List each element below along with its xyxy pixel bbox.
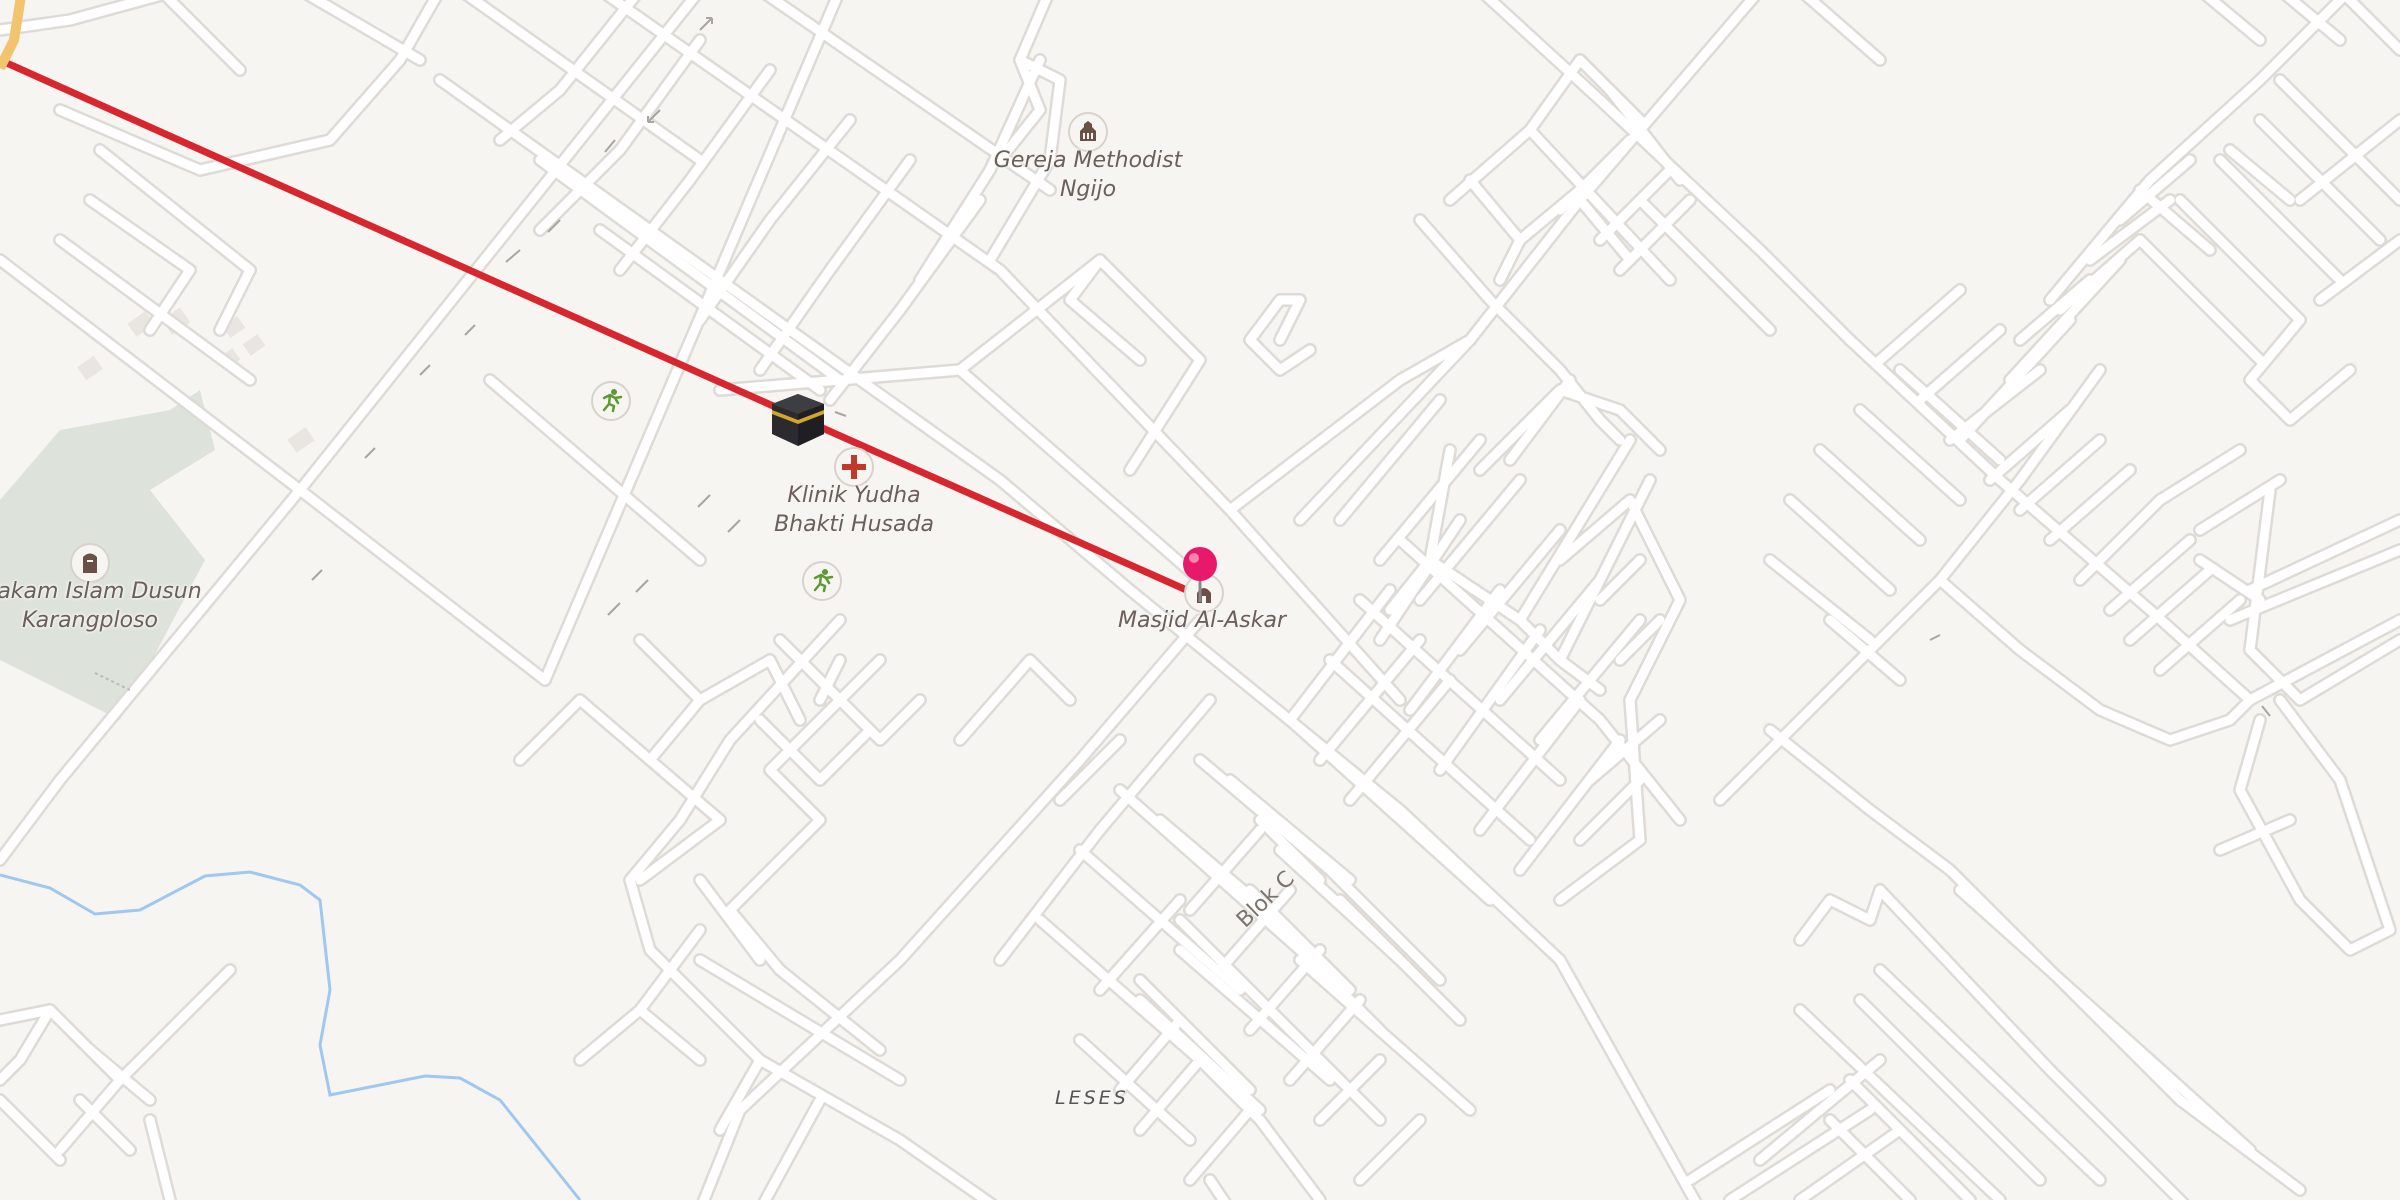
place-name: LESES: [1055, 1087, 1129, 1109]
mosque-name: Masjid Al-Askar: [1118, 608, 1286, 633]
map-view[interactable]: Gereja Methodist Ngijo Klinik Yudha Bhak…: [0, 0, 2400, 1200]
running-icon: [602, 389, 623, 413]
location-pin-icon[interactable]: [1181, 544, 1219, 604]
place-label-leses: LESES: [1055, 1087, 1129, 1109]
church-label: Gereja Methodist Ngijo: [968, 146, 1208, 204]
mosque-label: Masjid Al-Askar: [1082, 606, 1322, 635]
cemetery-icon: [83, 553, 97, 573]
sports-poi-2[interactable]: [802, 561, 842, 601]
clinic-name-line1: Klinik Yudha: [787, 483, 921, 508]
hospital-cross-icon: [842, 455, 866, 479]
church-name-line1: Gereja Methodist: [993, 148, 1183, 173]
clinic-name-line2: Bhakti Husada: [774, 512, 934, 537]
church-name-line2: Ngijo: [1059, 177, 1117, 202]
cemetery-name-line2: Karangploso: [21, 608, 159, 633]
cemetery-name-line1: Makam Islam Dusun: [0, 579, 202, 604]
sports-poi-1[interactable]: [591, 381, 631, 421]
clinic-label: Klinik Yudha Bhakti Husada: [734, 481, 974, 539]
running-icon: [813, 569, 834, 593]
cemetery-label: Makam Islam Dusun Karangploso: [0, 577, 210, 635]
river: [0, 870, 582, 1200]
church-icon: [1080, 121, 1096, 141]
kaaba-icon[interactable]: [768, 392, 828, 448]
